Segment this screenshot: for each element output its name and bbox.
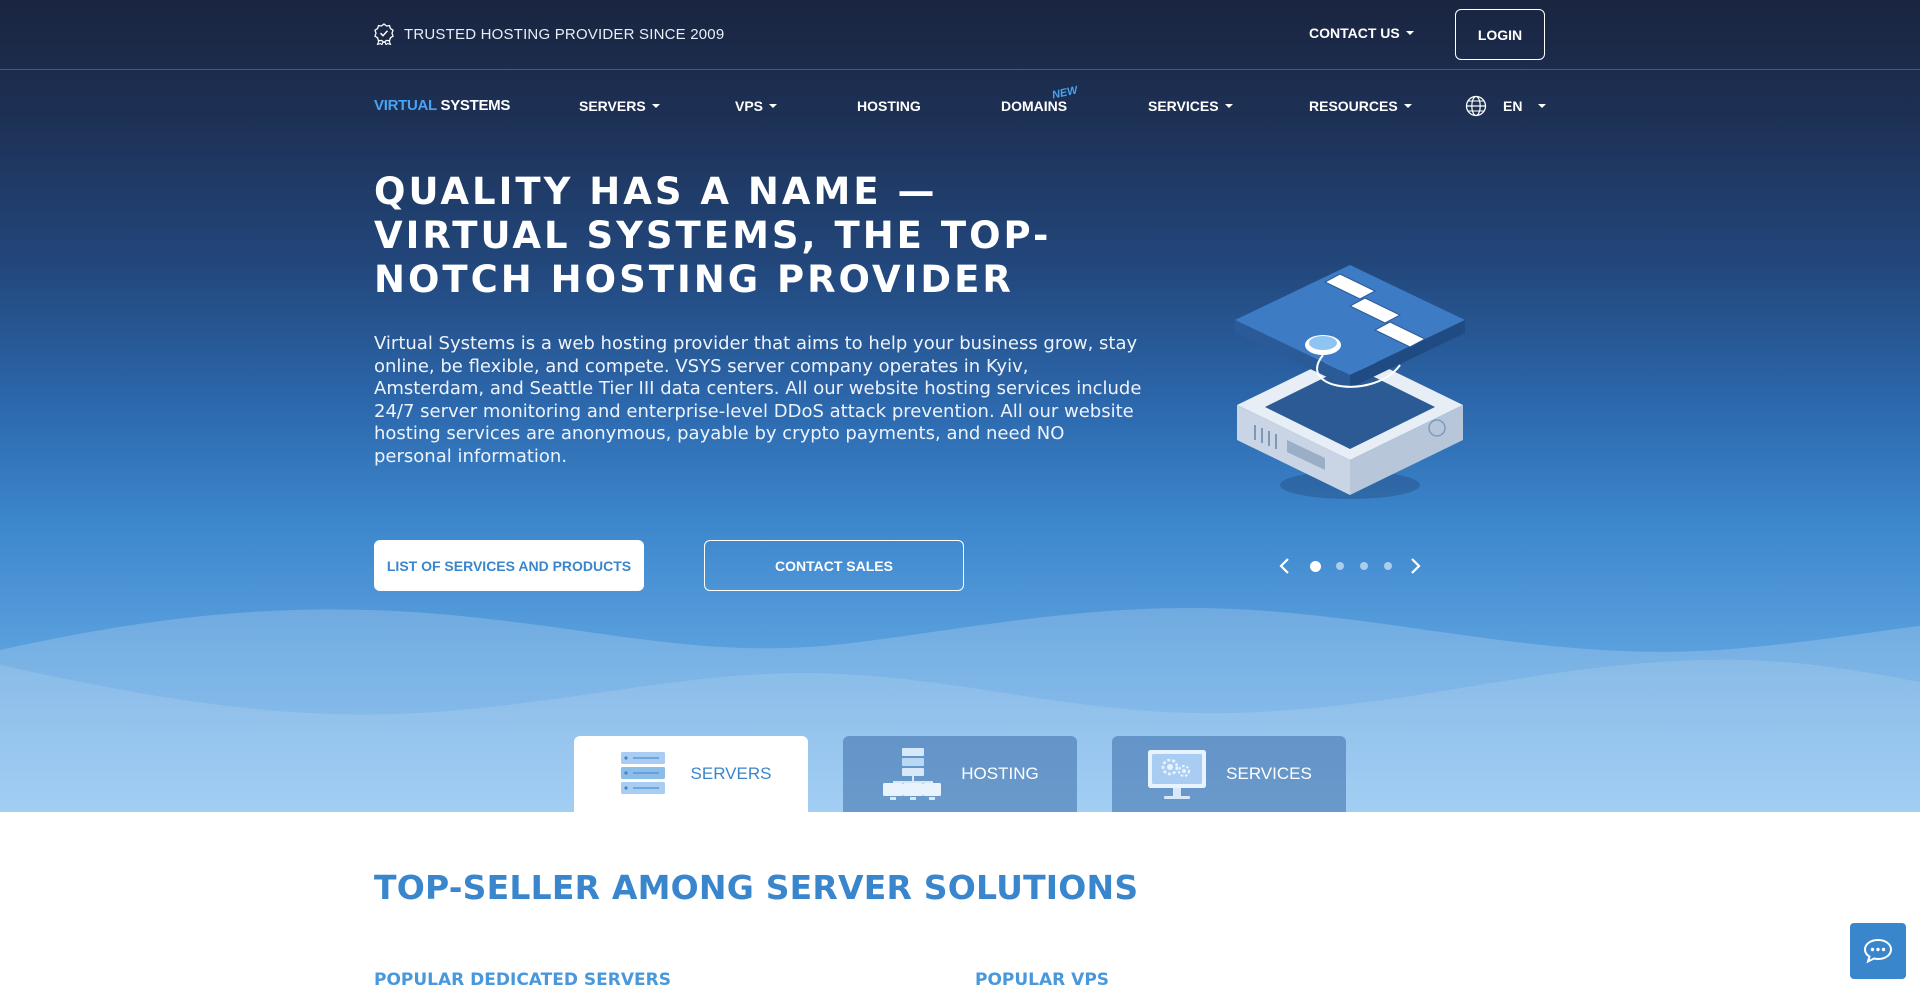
list-services-button[interactable]: LIST OF SERVICES AND PRODUCTS — [374, 540, 644, 591]
slider-dot-2[interactable] — [1336, 562, 1344, 570]
nav-item-label: RESOURCES — [1309, 98, 1398, 114]
popular-vps-heading: POPULAR VPS — [975, 970, 1110, 990]
tab-label: SERVERS — [690, 764, 772, 783]
logo-part-systems: SYSTEMS — [436, 97, 511, 114]
chevron-down-icon — [1224, 104, 1233, 108]
nav-item-vps[interactable]: VPS — [735, 98, 778, 114]
slider-dot-3[interactable] — [1360, 562, 1368, 570]
chevron-down-icon — [651, 104, 660, 108]
language-label: EN — [1503, 98, 1523, 114]
contact-us-dropdown[interactable]: CONTACT US — [1309, 25, 1414, 41]
hero-section: TRUSTED HOSTING PROVIDER SINCE 2009 CONT… — [0, 0, 1920, 812]
hero-slider-controls — [1275, 552, 1425, 580]
hosting-network-icon — [883, 748, 942, 800]
section-title: TOP-SELLER AMONG SERVER SOLUTIONS — [374, 868, 1139, 907]
tab-label: HOSTING — [961, 764, 1039, 783]
trusted-text: TRUSTED HOSTING PROVIDER SINCE 2009 — [404, 25, 725, 43]
hero-title: QUALITY HAS A NAME — VIRTUAL SYSTEMS, TH… — [374, 170, 1052, 301]
site-logo[interactable]: VIRTUAL SYSTEMS — [374, 97, 510, 114]
slider-dot-4[interactable] — [1384, 562, 1392, 570]
chevron-down-icon — [1405, 31, 1414, 35]
trusted-provider-notice: TRUSTED HOSTING PROVIDER SINCE 2009 — [374, 22, 724, 46]
slider-dot-1[interactable] — [1310, 560, 1321, 572]
award-badge-icon — [374, 23, 394, 45]
chevron-down-icon — [769, 104, 778, 108]
nav-item-label: SERVICES — [1148, 98, 1219, 114]
main-navigation: VIRTUAL SYSTEMS SERVERS VPS HOSTING DOMA… — [0, 71, 1920, 141]
nav-item-label: VPS — [735, 98, 764, 114]
nav-item-services[interactable]: SERVICES — [1148, 98, 1233, 114]
contact-us-label: CONTACT US — [1309, 25, 1400, 41]
chat-bubble-icon — [1863, 938, 1893, 964]
globe-icon — [1465, 95, 1487, 117]
top-bar: TRUSTED HOSTING PROVIDER SINCE 2009 CONT… — [0, 0, 1920, 70]
tab-services[interactable]: SERVICES — [1112, 736, 1346, 812]
tab-servers[interactable]: SERVERS — [574, 736, 808, 812]
logo-part-virtual: VIRTUAL — [374, 97, 437, 114]
server-illustration — [1235, 265, 1465, 499]
language-selector[interactable]: EN — [1465, 95, 1547, 117]
login-button[interactable]: LOGIN — [1455, 9, 1545, 60]
services-monitor-icon — [1148, 750, 1207, 799]
hero-description: Virtual Systems is a web hosting provide… — [374, 333, 1142, 467]
chevron-left-icon[interactable] — [1275, 556, 1295, 576]
chevron-down-icon — [1538, 104, 1547, 108]
chat-button[interactable] — [1850, 923, 1906, 979]
server-rack-icon — [620, 752, 665, 794]
chevron-right-icon[interactable] — [1405, 556, 1425, 576]
nav-item-servers[interactable]: SERVERS — [579, 98, 660, 114]
new-badge: NEW — [1051, 84, 1079, 102]
nav-item-label: HOSTING — [857, 98, 921, 114]
tab-hosting[interactable]: HOSTING — [843, 736, 1077, 812]
popular-dedicated-servers-heading: POPULAR DEDICATED SERVERS — [374, 970, 671, 990]
contact-sales-button[interactable]: CONTACT SALES — [704, 540, 964, 591]
chevron-down-icon — [1403, 104, 1412, 108]
tab-label: SERVICES — [1226, 764, 1312, 783]
nav-item-hosting[interactable]: HOSTING — [857, 98, 921, 114]
nav-item-resources[interactable]: RESOURCES — [1309, 98, 1412, 114]
nav-item-label: SERVERS — [579, 98, 646, 114]
